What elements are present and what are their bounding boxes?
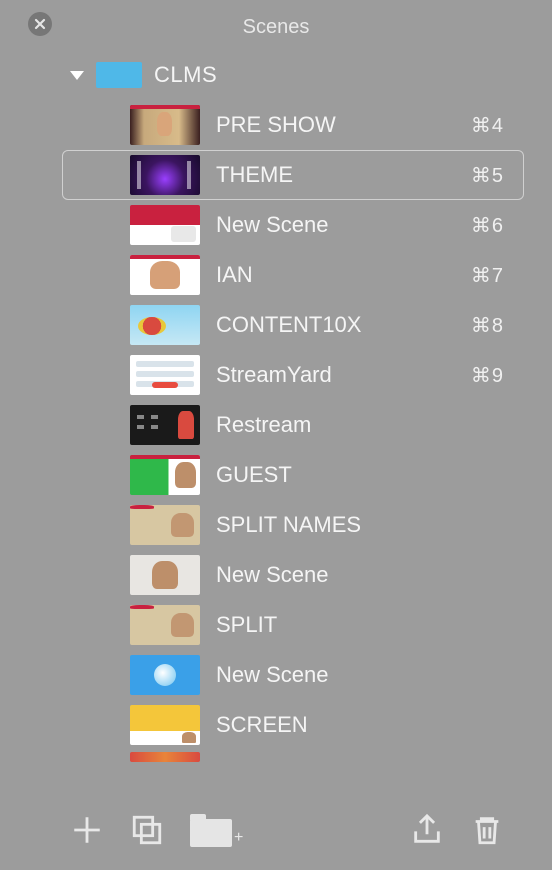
group-label: CLMS (154, 62, 217, 88)
scene-label: CONTENT10X (216, 312, 455, 338)
scene-label: New Scene (216, 562, 488, 588)
scene-label: PRE SHOW (216, 112, 455, 138)
scene-thumbnail (130, 752, 200, 762)
scene-thumbnail (130, 655, 200, 695)
duplicate-button[interactable] (130, 813, 164, 847)
scene-thumbnail (130, 405, 200, 445)
scene-label: Restream (216, 412, 488, 438)
scene-thumbnail (130, 255, 200, 295)
scene-row[interactable] (0, 750, 552, 764)
scene-row[interactable]: THEME ⌘5 (0, 150, 552, 200)
share-button[interactable] (410, 813, 444, 847)
scene-shortcut: ⌘7 (471, 263, 534, 288)
scene-thumbnail (130, 705, 200, 745)
scene-label: THEME (216, 162, 455, 188)
scene-row[interactable]: PRE SHOW ⌘4 (0, 100, 552, 150)
group-color-swatch (96, 62, 142, 88)
scene-list: PRE SHOW ⌘4 THEME ⌘5 New Scene ⌘6 IAN ⌘7 CONTENT… (0, 100, 552, 764)
scene-row[interactable]: SPLIT NAMES (0, 500, 552, 550)
scene-shortcut: ⌘4 (471, 113, 534, 138)
scene-row[interactable]: SCREEN (0, 700, 552, 750)
scene-row[interactable]: GUEST (0, 450, 552, 500)
scene-row[interactable]: New Scene (0, 550, 552, 600)
scene-thumbnail (130, 455, 200, 495)
scene-label: New Scene (216, 662, 488, 688)
scene-label: SCREEN (216, 712, 488, 738)
trash-icon (470, 813, 504, 847)
scene-label: SPLIT (216, 612, 488, 638)
new-folder-button[interactable]: + (190, 813, 243, 847)
scene-thumbnail (130, 105, 200, 145)
scene-row[interactable]: IAN ⌘7 (0, 250, 552, 300)
add-button[interactable] (70, 813, 104, 847)
scene-thumbnail (130, 605, 200, 645)
scene-row[interactable]: New Scene ⌘6 (0, 200, 552, 250)
scene-shortcut: ⌘9 (471, 363, 534, 388)
share-icon (410, 813, 444, 847)
scene-thumbnail (130, 555, 200, 595)
plus-icon (70, 813, 104, 847)
scene-row[interactable]: CONTENT10X ⌘8 (0, 300, 552, 350)
scene-label: New Scene (216, 212, 455, 238)
scene-row[interactable]: New Scene (0, 650, 552, 700)
scene-thumbnail (130, 355, 200, 395)
scene-row[interactable]: SPLIT (0, 600, 552, 650)
scene-thumbnail (130, 305, 200, 345)
scene-thumbnail (130, 155, 200, 195)
scene-label: StreamYard (216, 362, 455, 388)
delete-button[interactable] (470, 813, 504, 847)
disclosure-triangle-icon[interactable] (70, 71, 84, 80)
group-row[interactable]: CLMS (0, 56, 552, 94)
scene-label: IAN (216, 262, 455, 288)
duplicate-icon (130, 813, 164, 847)
toolbar: + (0, 790, 552, 870)
scene-shortcut: ⌘8 (471, 313, 534, 338)
scene-thumbnail (130, 505, 200, 545)
scene-row[interactable]: StreamYard ⌘9 (0, 350, 552, 400)
scene-thumbnail (130, 205, 200, 245)
folder-plus-icon: + (234, 829, 243, 847)
scene-row[interactable]: Restream (0, 400, 552, 450)
scene-shortcut: ⌘5 (471, 163, 534, 188)
scene-label: SPLIT NAMES (216, 512, 488, 538)
panel-title: Scenes (0, 16, 552, 39)
scene-shortcut: ⌘6 (471, 213, 534, 238)
scene-label: GUEST (216, 462, 488, 488)
folder-icon (190, 819, 232, 847)
scene-content: CLMS PRE SHOW ⌘4 THEME ⌘5 New Scene ⌘6 IAN ⌘7 CO… (0, 56, 552, 790)
